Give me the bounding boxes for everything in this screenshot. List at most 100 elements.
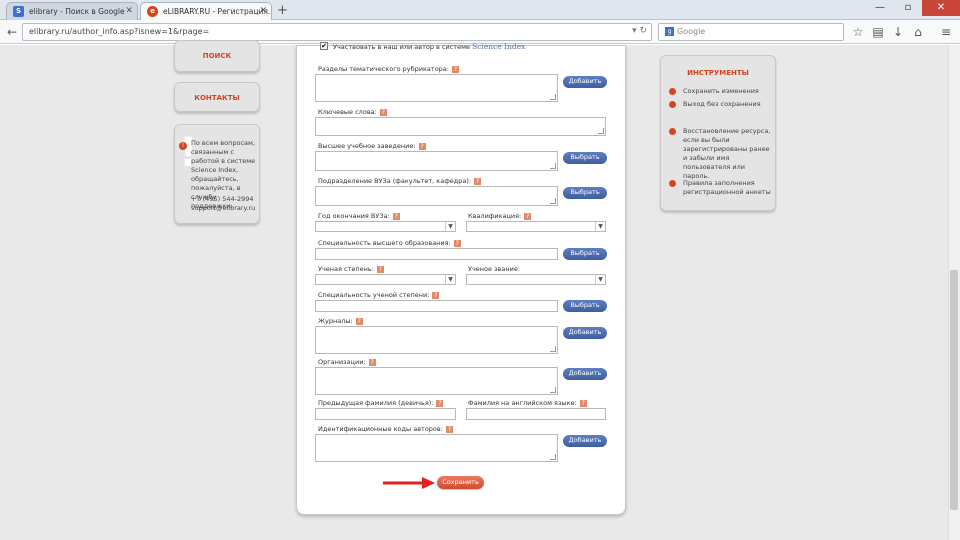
chevron-down-icon: ▼	[595, 275, 605, 284]
bookmarks-icon[interactable]: ▤	[870, 20, 886, 44]
maximize-button[interactable]: ▫	[894, 0, 922, 16]
rules-icon	[669, 180, 676, 187]
search-menu-label[interactable]: ПОИСК	[175, 52, 259, 60]
reload-icon[interactable]: ▾ ↻	[632, 26, 647, 36]
minimize-button[interactable]: —	[866, 0, 894, 16]
rubrics-label: Разделы тематического рубрикатора:?	[318, 65, 459, 73]
grad-year-select[interactable]: ▼	[315, 221, 456, 232]
degree-specialty-choose-button[interactable]: Выбрать	[563, 300, 607, 312]
new-tab-button[interactable]: +	[277, 3, 288, 18]
support-email[interactable]: support@elibrary.ru	[191, 204, 259, 213]
specialty-input[interactable]	[315, 248, 558, 260]
academic-title-select[interactable]: ▼	[466, 274, 606, 285]
tab-elibrary[interactable]: e eLIBRARY.RU - Регистрация... ✕	[140, 2, 272, 20]
help-icon[interactable]: ?	[379, 108, 387, 116]
keywords-label: Ключевые слова:?	[318, 108, 387, 116]
url-bar[interactable]: elibrary.ru/author_info.asp?isnew=1&rpag…	[22, 23, 652, 41]
home-icon[interactable]: ⌂	[910, 20, 926, 44]
author-ids-label-text: Идентификационные коды авторов:	[318, 425, 443, 433]
google-icon: S	[13, 6, 24, 17]
english-name-label: Фамилия на английском языке:?	[468, 399, 587, 407]
help-icon[interactable]: ?	[453, 239, 461, 247]
help-icon[interactable]: ?	[418, 142, 426, 150]
back-icon[interactable]: ←	[4, 20, 20, 44]
qualification-label: Квалификация:?	[468, 212, 532, 220]
journals-textarea[interactable]	[315, 326, 558, 354]
menu-icon[interactable]: ≡	[938, 20, 954, 44]
tab-google-search[interactable]: S elibrary - Поиск в Google ✕	[6, 2, 138, 20]
tool-save-changes[interactable]: Сохранить изменения	[683, 87, 773, 96]
url-text: elibrary.ru/author_info.asp?isnew=1&rpag…	[29, 27, 210, 36]
degree-specialty-input[interactable]	[315, 300, 558, 312]
help-icon[interactable]: ?	[579, 399, 587, 407]
help-icon[interactable]: ?	[436, 399, 444, 407]
google-icon: g	[665, 27, 674, 36]
author-ids-add-button[interactable]: Добавить	[563, 435, 607, 447]
close-window-button[interactable]: ✕	[922, 0, 960, 16]
grad-year-label: Год окончания ВУЗа:?	[318, 212, 400, 220]
journals-label: Журналы:?	[318, 317, 363, 325]
chevron-down-icon: ▼	[595, 222, 605, 231]
english-name-input[interactable]	[466, 408, 606, 420]
chevron-down-icon: ▼	[445, 222, 455, 231]
contacts-menu-box[interactable]: КОНТАКТЫ	[174, 82, 260, 112]
save-icon	[669, 88, 676, 95]
participate-label: Участвовать в наш или автор в системе Sc…	[333, 42, 525, 51]
help-icon[interactable]: ?	[376, 265, 384, 273]
organizations-label-text: Организации:	[318, 358, 366, 366]
red-arrow-annotation	[383, 477, 435, 489]
help-icon[interactable]: ?	[355, 317, 363, 325]
degree-label-text: Ученая степень:	[318, 265, 374, 273]
author-ids-label: Идентификационные коды авторов:?	[318, 425, 453, 433]
division-textarea[interactable]	[315, 186, 558, 206]
save-button[interactable]: Сохранить	[437, 476, 484, 489]
author-ids-textarea[interactable]	[315, 434, 558, 462]
participate-checkbox[interactable]: ✔	[320, 42, 328, 50]
prev-surname-input[interactable]	[315, 408, 456, 420]
info-icon: !	[179, 142, 187, 150]
keywords-label-text: Ключевые слова:	[318, 108, 377, 116]
help-icon[interactable]: ?	[445, 425, 453, 433]
chevron-down-icon: ▼	[445, 275, 455, 284]
rubrics-label-text: Разделы тематического рубрикатора:	[318, 65, 449, 73]
organizations-textarea[interactable]	[315, 367, 558, 395]
help-icon[interactable]: ?	[451, 65, 459, 73]
scrollbar-thumb[interactable]	[950, 270, 958, 510]
qualification-label-text: Квалификация:	[468, 212, 522, 220]
keywords-textarea[interactable]	[315, 117, 606, 136]
grad-year-label-text: Год окончания ВУЗа:	[318, 212, 390, 220]
close-tab-icon[interactable]: ✕	[125, 6, 133, 16]
journals-label-text: Журналы:	[318, 317, 353, 325]
tools-title: ИНСТРУМЕНТЫ	[687, 69, 749, 77]
degree-select[interactable]: ▼	[315, 274, 456, 285]
specialty-label: Специальность высшего образования:?	[318, 239, 461, 247]
university-choose-button[interactable]: Выбрать	[563, 152, 607, 164]
search-input[interactable]: g Google	[658, 23, 844, 41]
download-icon[interactable]: ↓	[890, 20, 906, 44]
journals-add-button[interactable]: Добавить	[563, 327, 607, 339]
tab-bar: S elibrary - Поиск в Google ✕ e eLIBRARY…	[0, 0, 960, 20]
specialty-choose-button[interactable]: Выбрать	[563, 248, 607, 260]
prev-surname-label-text: Предыдущая фамилия (девичья):	[318, 399, 434, 407]
help-icon[interactable]: ?	[368, 358, 376, 366]
prev-surname-label: Предыдущая фамилия (девичья):?	[318, 399, 444, 407]
rubrics-add-button[interactable]: Добавить	[563, 76, 607, 88]
close-tab-icon[interactable]: ✕	[259, 6, 267, 16]
university-textarea[interactable]	[315, 151, 558, 171]
qualification-select[interactable]: ▼	[466, 221, 606, 232]
help-icon[interactable]: ?	[474, 177, 482, 185]
star-icon[interactable]: ☆	[850, 20, 866, 44]
help-icon[interactable]: ?	[392, 212, 400, 220]
contacts-menu-label[interactable]: КОНТАКТЫ	[175, 94, 259, 102]
participate-label-text: Участвовать в наш или автор в системе	[333, 43, 470, 51]
help-icon[interactable]: ?	[432, 291, 440, 299]
organizations-add-button[interactable]: Добавить	[563, 368, 607, 380]
university-label: Высшее учебное заведение:?	[318, 142, 426, 150]
division-choose-button[interactable]: Выбрать	[563, 187, 607, 199]
help-icon[interactable]: ?	[524, 212, 532, 220]
rubrics-textarea[interactable]	[315, 74, 558, 102]
tool-restore[interactable]: Восстановление ресурса, если вы были зар…	[683, 127, 771, 181]
tool-rules[interactable]: Правила заполнения регистрационной анкет…	[683, 179, 771, 197]
search-menu-box[interactable]: ПОИСК	[174, 40, 260, 72]
tool-exit[interactable]: Выход без сохранения	[683, 100, 773, 109]
